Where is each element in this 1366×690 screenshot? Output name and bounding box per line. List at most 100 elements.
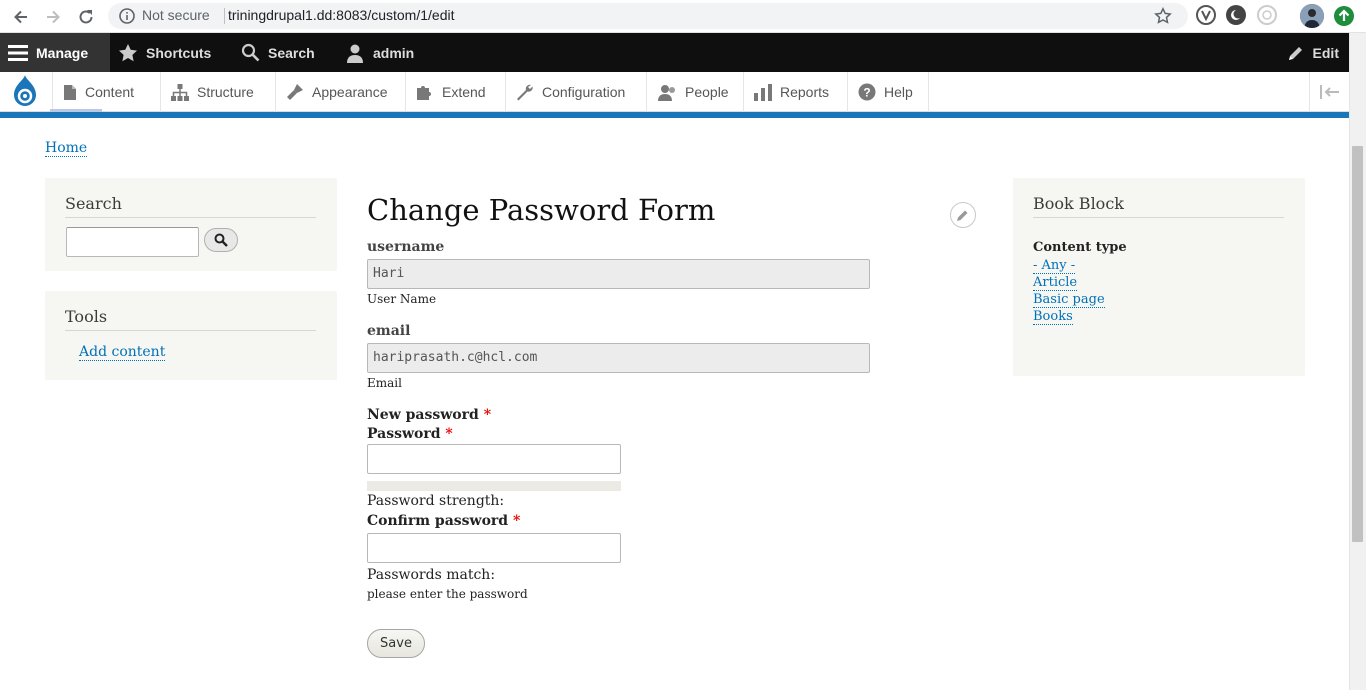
required-marker: * — [512, 513, 521, 529]
user-tab[interactable]: admin — [337, 33, 424, 72]
star-icon — [119, 43, 137, 61]
tools-block: Tools — [45, 291, 337, 380]
password-hint: please enter the password — [367, 587, 528, 601]
username-description: User Name — [367, 292, 437, 306]
tray-label-structure: Structure — [197, 84, 254, 100]
content-type-article-link[interactable]: Article — [1033, 275, 1078, 291]
tray-item-appearance[interactable]: Appearance — [275, 72, 405, 112]
tray-item-structure[interactable]: Structure — [160, 72, 275, 112]
admin-toolbar: Manage Shortcuts Search admin Edit — [0, 33, 1349, 72]
back-button[interactable] — [8, 4, 34, 30]
bookmark-star-icon[interactable] — [1154, 7, 1172, 25]
info-icon[interactable] — [118, 7, 136, 25]
people-icon — [658, 84, 675, 101]
divider — [224, 8, 225, 24]
divider — [1033, 217, 1284, 218]
reload-button[interactable] — [73, 4, 99, 30]
tray-item-help[interactable]: ? Help — [847, 72, 929, 112]
tray-item-people[interactable]: People — [646, 72, 743, 112]
divider — [65, 330, 316, 331]
bar-chart-icon — [754, 83, 772, 101]
search-tab[interactable]: Search — [233, 33, 325, 72]
address-bar[interactable]: Not secure triningdrupal1.dd:8083/custom… — [108, 3, 1188, 29]
extension-timer-icon[interactable] — [1257, 5, 1277, 25]
question-icon: ? — [858, 83, 876, 101]
forward-button[interactable] — [40, 4, 66, 30]
email-field[interactable]: hariprasath.c@hcl.com — [367, 343, 870, 373]
extension-v-icon[interactable] — [1196, 5, 1216, 25]
shortcuts-tab[interactable]: Shortcuts — [110, 33, 221, 72]
content-type-books-link[interactable]: Books — [1033, 309, 1073, 325]
confirm-password-label: Confirm password * — [367, 513, 520, 529]
magnifier-icon — [241, 43, 260, 62]
search-block: Search — [45, 178, 337, 271]
shortcuts-label: Shortcuts — [146, 44, 212, 61]
search-block-title: Search — [65, 194, 122, 213]
puzzle-icon — [417, 85, 431, 100]
add-content-link[interactable]: Add content — [79, 344, 166, 361]
scrollbar-thumb[interactable] — [1352, 146, 1363, 542]
required-marker: * — [445, 426, 453, 442]
save-button[interactable]: Save — [367, 629, 425, 658]
email-description: Email — [367, 376, 402, 390]
extension-moon-icon[interactable] — [1226, 5, 1246, 25]
manage-tab[interactable]: Manage — [0, 33, 110, 72]
profile-avatar[interactable] — [1300, 4, 1324, 28]
search-label: Search — [268, 44, 315, 61]
contextual-edit-button[interactable] — [950, 202, 976, 228]
new-password-text: New password — [367, 407, 479, 423]
manage-label: Manage — [36, 44, 89, 61]
forward-arrow-icon — [47, 10, 60, 24]
tray-label-people: People — [685, 84, 729, 100]
search-input[interactable] — [66, 227, 199, 257]
password-field[interactable] — [367, 444, 621, 474]
content-type-label: Content type — [1033, 240, 1127, 255]
content-type-any-link[interactable]: - Any - — [1033, 258, 1076, 274]
tray-item-extend[interactable]: Extend — [405, 72, 505, 112]
drupal-logo-icon[interactable] — [0, 72, 50, 112]
tray-label-appearance: Appearance — [312, 84, 388, 100]
collapse-tray-button[interactable] — [1309, 72, 1349, 112]
tools-block-title: Tools — [65, 307, 108, 326]
passwords-match-text: Passwords match: — [367, 567, 496, 583]
update-icon[interactable] — [1334, 6, 1354, 26]
pencil-icon — [1288, 46, 1302, 60]
browser-toolbar: Not secure triningdrupal1.dd:8083/custom… — [0, 0, 1366, 33]
tray-label-configuration: Configuration — [542, 84, 626, 100]
admin-tray: Content Structure Appearance Extend Conf… — [0, 72, 1349, 112]
security-status: Not secure — [142, 7, 210, 23]
content-type-basic-page-link[interactable]: Basic page — [1033, 292, 1105, 308]
book-block-title: Book Block — [1033, 194, 1124, 213]
password-strength-text: Password strength: — [367, 493, 505, 509]
tray-label-reports: Reports — [780, 84, 830, 100]
tray-accent-band — [0, 109, 1349, 118]
collapse-arrow-icon — [1319, 85, 1339, 99]
wrench-icon — [517, 84, 533, 101]
edit-label: Edit — [1312, 44, 1339, 61]
tray-item-configuration[interactable]: Configuration — [505, 72, 646, 112]
svg-text:?: ? — [863, 86, 870, 100]
url-text[interactable]: triningdrupal1.dd:8083/custom/1/edit — [228, 7, 454, 23]
tray-item-reports[interactable]: Reports — [743, 72, 847, 112]
user-icon — [347, 44, 363, 63]
password-label: Password * — [367, 426, 453, 442]
password-text: Password — [367, 426, 441, 442]
new-password-label: New password * — [367, 407, 491, 423]
username-field[interactable]: Hari — [367, 259, 870, 289]
pencil-icon — [957, 210, 968, 221]
confirm-password-text: Confirm password — [367, 513, 509, 529]
divider — [65, 217, 316, 218]
edit-tab[interactable]: Edit — [1279, 33, 1349, 72]
user-label: admin — [373, 44, 415, 61]
confirm-password-field[interactable] — [367, 533, 621, 563]
search-icon — [214, 233, 228, 247]
email-label: email — [367, 323, 411, 339]
tray-item-content[interactable]: Content — [52, 72, 160, 112]
breadcrumb-home[interactable]: Home — [45, 140, 88, 157]
hamburger-icon — [8, 44, 28, 61]
paintbrush-icon — [287, 84, 303, 100]
tray-label-extend: Extend — [442, 84, 486, 100]
search-submit-button[interactable] — [204, 228, 238, 252]
back-arrow-icon — [14, 10, 27, 24]
sitemap-icon — [171, 83, 189, 101]
